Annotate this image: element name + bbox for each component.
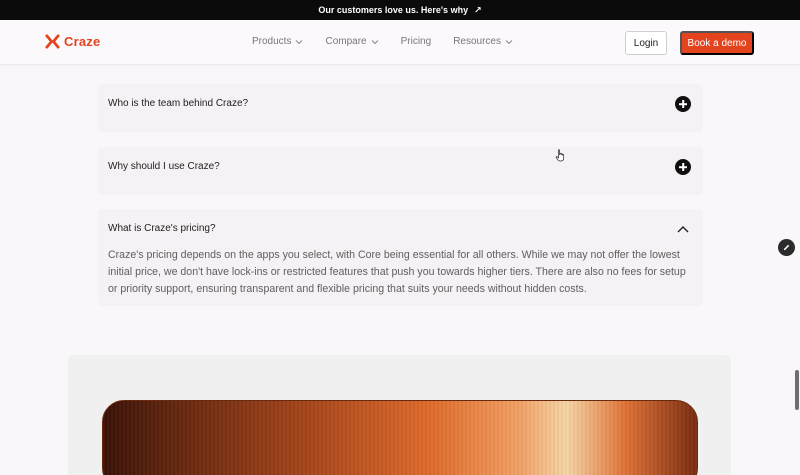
external-arrow-icon: ↗ bbox=[474, 4, 482, 15]
nav-item-label: Resources bbox=[453, 36, 501, 47]
chevron-down-icon bbox=[371, 39, 378, 44]
edit-fab-button[interactable] bbox=[778, 239, 795, 256]
nav-item-label: Products bbox=[252, 36, 292, 47]
faq-item-team[interactable]: Who is the team behind Craze? bbox=[98, 84, 703, 132]
faq-answer: Craze's pricing depends on the apps you … bbox=[108, 249, 686, 295]
brand-name: Craze bbox=[64, 34, 101, 49]
faq-question: Who is the team behind Craze? bbox=[108, 98, 249, 109]
login-button[interactable]: Login bbox=[625, 31, 667, 55]
craze-x-logo-icon bbox=[45, 34, 60, 49]
nav-item-products[interactable]: Products bbox=[252, 36, 303, 47]
plus-circle-icon[interactable] bbox=[675, 159, 691, 175]
plus-circle-icon[interactable] bbox=[675, 96, 691, 112]
nav-item-pricing[interactable]: Pricing bbox=[401, 36, 432, 47]
nav-item-label: Compare bbox=[325, 36, 367, 47]
hand-pointer-cursor-icon bbox=[555, 149, 565, 162]
announcement-bar[interactable]: Our customers love us. Here's why ↗ bbox=[0, 0, 800, 20]
nav-item-label: Pricing bbox=[400, 36, 432, 47]
nav-item-compare[interactable]: Compare bbox=[325, 36, 378, 47]
faq-item-pricing[interactable]: What is Craze's pricing? Craze's pricing… bbox=[98, 209, 703, 306]
faq-question: What is Craze's pricing? bbox=[108, 223, 216, 234]
chevron-down-icon bbox=[296, 39, 303, 44]
scrollbar-thumb[interactable] bbox=[795, 370, 799, 410]
announcement-text[interactable]: Our customers love us. Here's why bbox=[318, 5, 468, 15]
main-menu: Products Compare Pricing Resources bbox=[252, 36, 535, 47]
pencil-icon bbox=[783, 244, 790, 251]
book-demo-button[interactable]: Book a demo bbox=[680, 31, 754, 55]
nav-item-resources[interactable]: Resources bbox=[453, 36, 513, 47]
top-navigation: Craze Products Compare Pricing Resources… bbox=[0, 20, 800, 65]
chevron-up-icon[interactable] bbox=[677, 225, 689, 233]
hero-gradient-image bbox=[102, 400, 698, 475]
chevron-down-icon bbox=[505, 39, 513, 44]
faq-question: Why should I use Craze? bbox=[108, 161, 220, 172]
faq-item-why[interactable]: Why should I use Craze? bbox=[98, 147, 703, 195]
brand-logo[interactable]: Craze bbox=[45, 34, 100, 49]
